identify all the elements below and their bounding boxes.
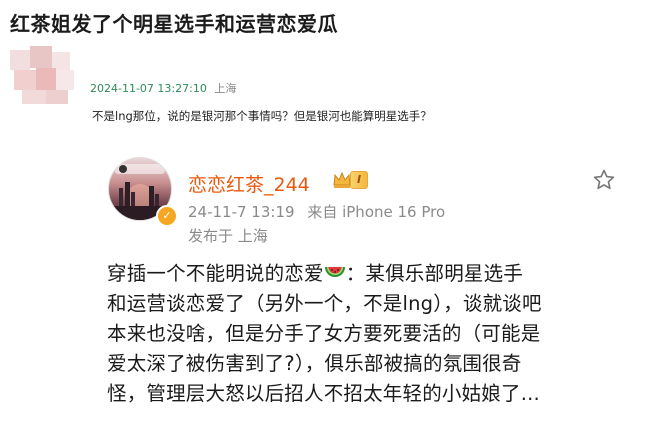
post-line-1: 穿插一个不能明说的恋爱 ：某俱乐部明星选手 (107, 259, 647, 289)
post-date: 24-11-7 13:19 (188, 203, 295, 221)
username[interactable]: 恋恋红茶_244 (188, 170, 310, 197)
comment-text: 不是lng那位，说的是银河那个事情吗？但是银河也能算明星选手？ (92, 109, 432, 123)
post-line-1-tail: ：某俱乐部明星选手 (345, 262, 524, 285)
post-line-1-text: 穿插一个不能明说的恋爱 (107, 262, 324, 285)
post-body: 穿插一个不能明说的恋爱 ：某俱乐部明星选手 和运营谈恋爱了（另外一个，不是lng… (107, 259, 647, 409)
post-meta: 24-11-7 13:19 来自 iPhone 16 Pro (188, 201, 445, 222)
blurred-avatar[interactable] (10, 46, 74, 104)
post-source: 来自 iPhone 16 Pro (307, 203, 446, 221)
post-line-4: 爱太深了被伤害到了?），俱乐部被搞的氛围很奇 (107, 352, 522, 375)
post-line-5: 怪，管理层大怒以后招人不招太年轻的小姑娘了... (107, 382, 540, 405)
comment-time: 2024-11-07 13:27:10 (90, 82, 207, 95)
comment-location: 上海 (214, 82, 237, 95)
page-title: 红茶姐发了个明星选手和运营恋爱瓜 (10, 12, 338, 36)
crown-icon (333, 171, 351, 188)
level-label: I (350, 171, 369, 189)
post-location: 发布于 上海 (188, 227, 268, 245)
post-line-3: 本来也没啥，但是分手了女方要死要活的（可能是 (107, 322, 541, 345)
verified-badge-icon: ✓ (156, 205, 178, 227)
watermelon-icon (324, 267, 345, 277)
favorite-star-icon[interactable] (592, 168, 616, 192)
post-line-2: 和运营谈恋爱了（另外一个，不是lng），谈就谈吧 (107, 292, 542, 315)
post-card: ✓ 恋恋红茶_244 I 24-11-7 13:19 来自 iPhone 16 … (95, 140, 647, 429)
comment-timestamp: 2024-11-07 13:27:10 上海 (90, 80, 236, 96)
vip-badge[interactable]: I (332, 170, 369, 190)
